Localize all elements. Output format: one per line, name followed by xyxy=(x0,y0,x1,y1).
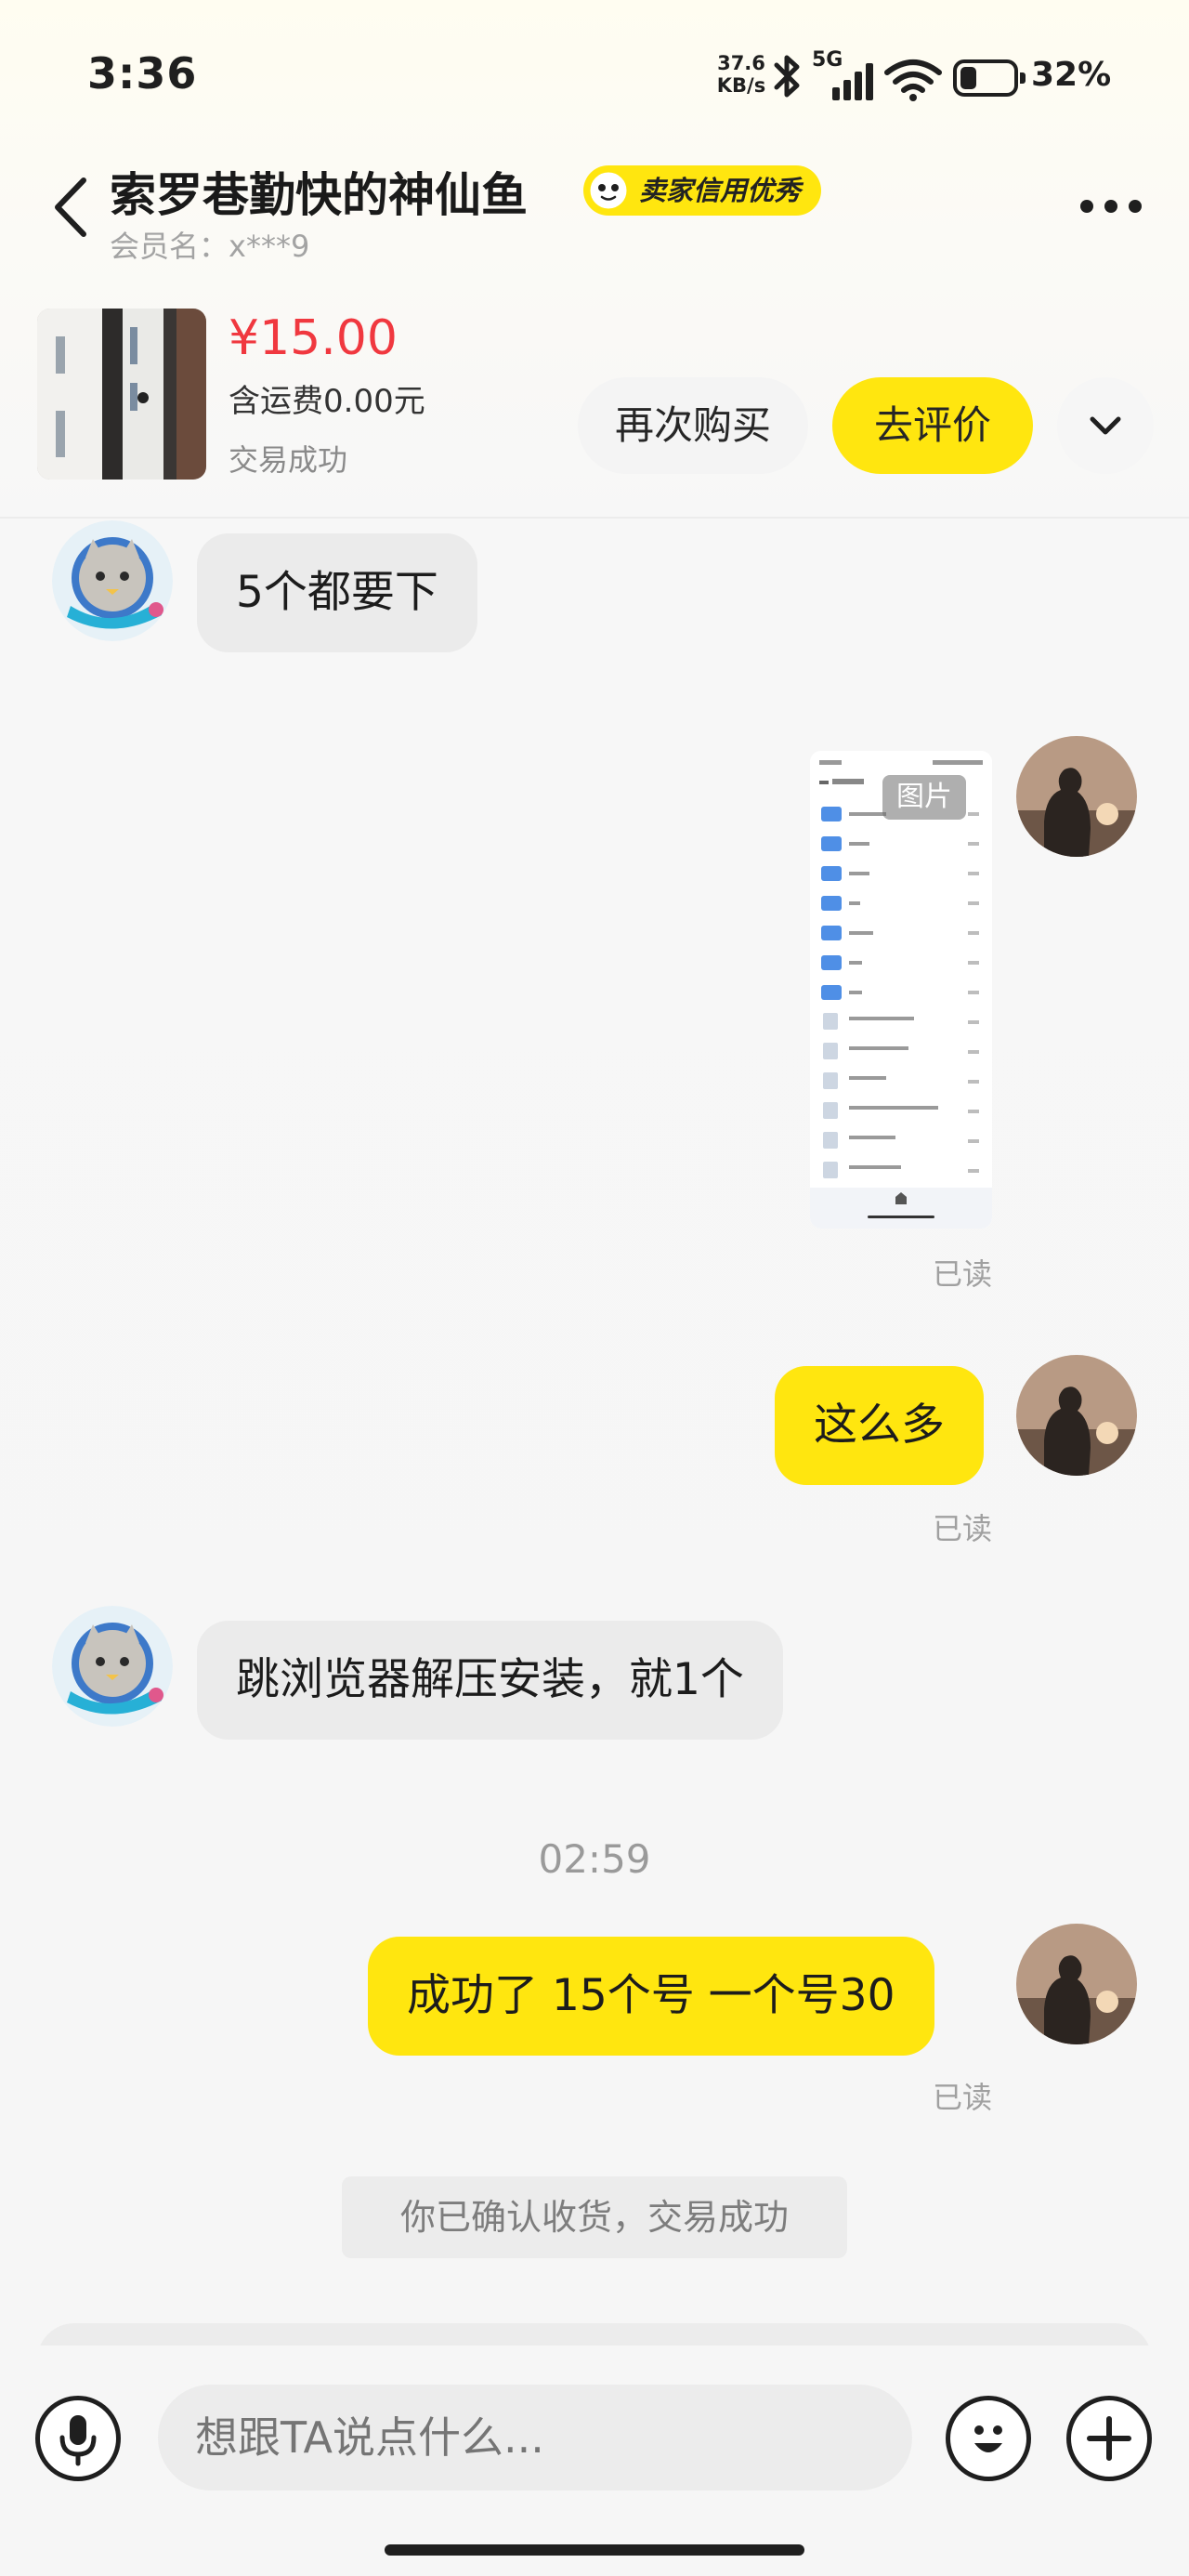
seller-avatar[interactable] xyxy=(52,520,173,641)
order-price: ¥15.00 xyxy=(229,310,398,366)
chevron-down-icon xyxy=(1090,416,1121,435)
read-receipt: 已读 xyxy=(933,1256,993,1292)
order-expand-button[interactable] xyxy=(1057,377,1154,474)
my-avatar[interactable] xyxy=(1016,736,1137,857)
read-receipt: 已读 xyxy=(933,1511,993,1546)
chat-timestamp: 02:59 xyxy=(538,1836,651,1882)
rebuy-button[interactable]: 再次购买 xyxy=(578,377,808,474)
message-image[interactable] xyxy=(810,751,992,1229)
screenshot-file-list-image xyxy=(810,751,992,1229)
message-bubble-incoming[interactable]: 5个都要下 xyxy=(197,533,477,652)
review-button[interactable]: 去评价 xyxy=(832,377,1033,474)
message-bubble-outgoing[interactable]: 这么多 xyxy=(775,1366,984,1485)
more-dots-icon[interactable] xyxy=(1078,195,1144,217)
seller-credit-badge-label: 卖家信用优秀 xyxy=(639,175,802,206)
product-thumbnail[interactable] xyxy=(37,309,206,480)
my-avatar[interactable] xyxy=(1016,1355,1137,1476)
image-tag: 图片 xyxy=(882,775,966,820)
battery-icon xyxy=(953,59,1026,97)
seller-name: 索罗巷勤快的神仙鱼 xyxy=(110,168,528,222)
product-photo xyxy=(37,309,206,480)
seller-avatar[interactable] xyxy=(52,1606,173,1727)
home-indicator xyxy=(385,2544,804,2556)
network-speed-value: 37.6 xyxy=(717,52,765,74)
voice-button[interactable] xyxy=(35,2396,121,2481)
seller-avatar-image xyxy=(52,520,173,641)
battery-level xyxy=(960,67,976,89)
emoji-icon xyxy=(974,2425,1002,2452)
header-divider xyxy=(0,517,1189,519)
wifi-icon xyxy=(884,59,942,101)
plus-button[interactable] xyxy=(1066,2396,1152,2481)
network-speed-unit: KB/s xyxy=(716,74,766,97)
plus-icon xyxy=(1087,2416,1131,2461)
network-speed: 37.6 KB/s xyxy=(713,52,769,97)
order-status: 交易成功 xyxy=(229,442,348,478)
fish-mascot-icon xyxy=(587,169,630,212)
emoji-button[interactable] xyxy=(946,2396,1031,2481)
read-receipt: 已读 xyxy=(933,2080,993,2115)
cellular-signal-icon xyxy=(832,63,873,100)
my-avatar[interactable] xyxy=(1016,1924,1137,2044)
my-avatar-image xyxy=(1016,1924,1137,2044)
member-name: 会员名：x***9 xyxy=(110,229,310,264)
order-shipping: 含运费0.00元 xyxy=(229,383,425,420)
microphone-icon xyxy=(59,2415,97,2466)
my-avatar-image xyxy=(1016,1355,1137,1476)
my-avatar-image xyxy=(1016,736,1137,857)
battery-percent: 32% xyxy=(1031,56,1112,94)
bluetooth-icon xyxy=(774,55,800,98)
seller-avatar-image xyxy=(52,1606,173,1727)
system-notice: 你已确认收货，交易成功 xyxy=(342,2176,847,2258)
message-bubble-incoming[interactable]: 跳浏览器解压安装，就1个 xyxy=(197,1621,783,1740)
back-chevron-icon[interactable] xyxy=(50,175,91,240)
message-input[interactable] xyxy=(158,2385,912,2491)
message-bubble-outgoing[interactable]: 成功了 15个号 一个号30 xyxy=(368,1937,934,2056)
status-time: 3:36 xyxy=(87,48,198,99)
